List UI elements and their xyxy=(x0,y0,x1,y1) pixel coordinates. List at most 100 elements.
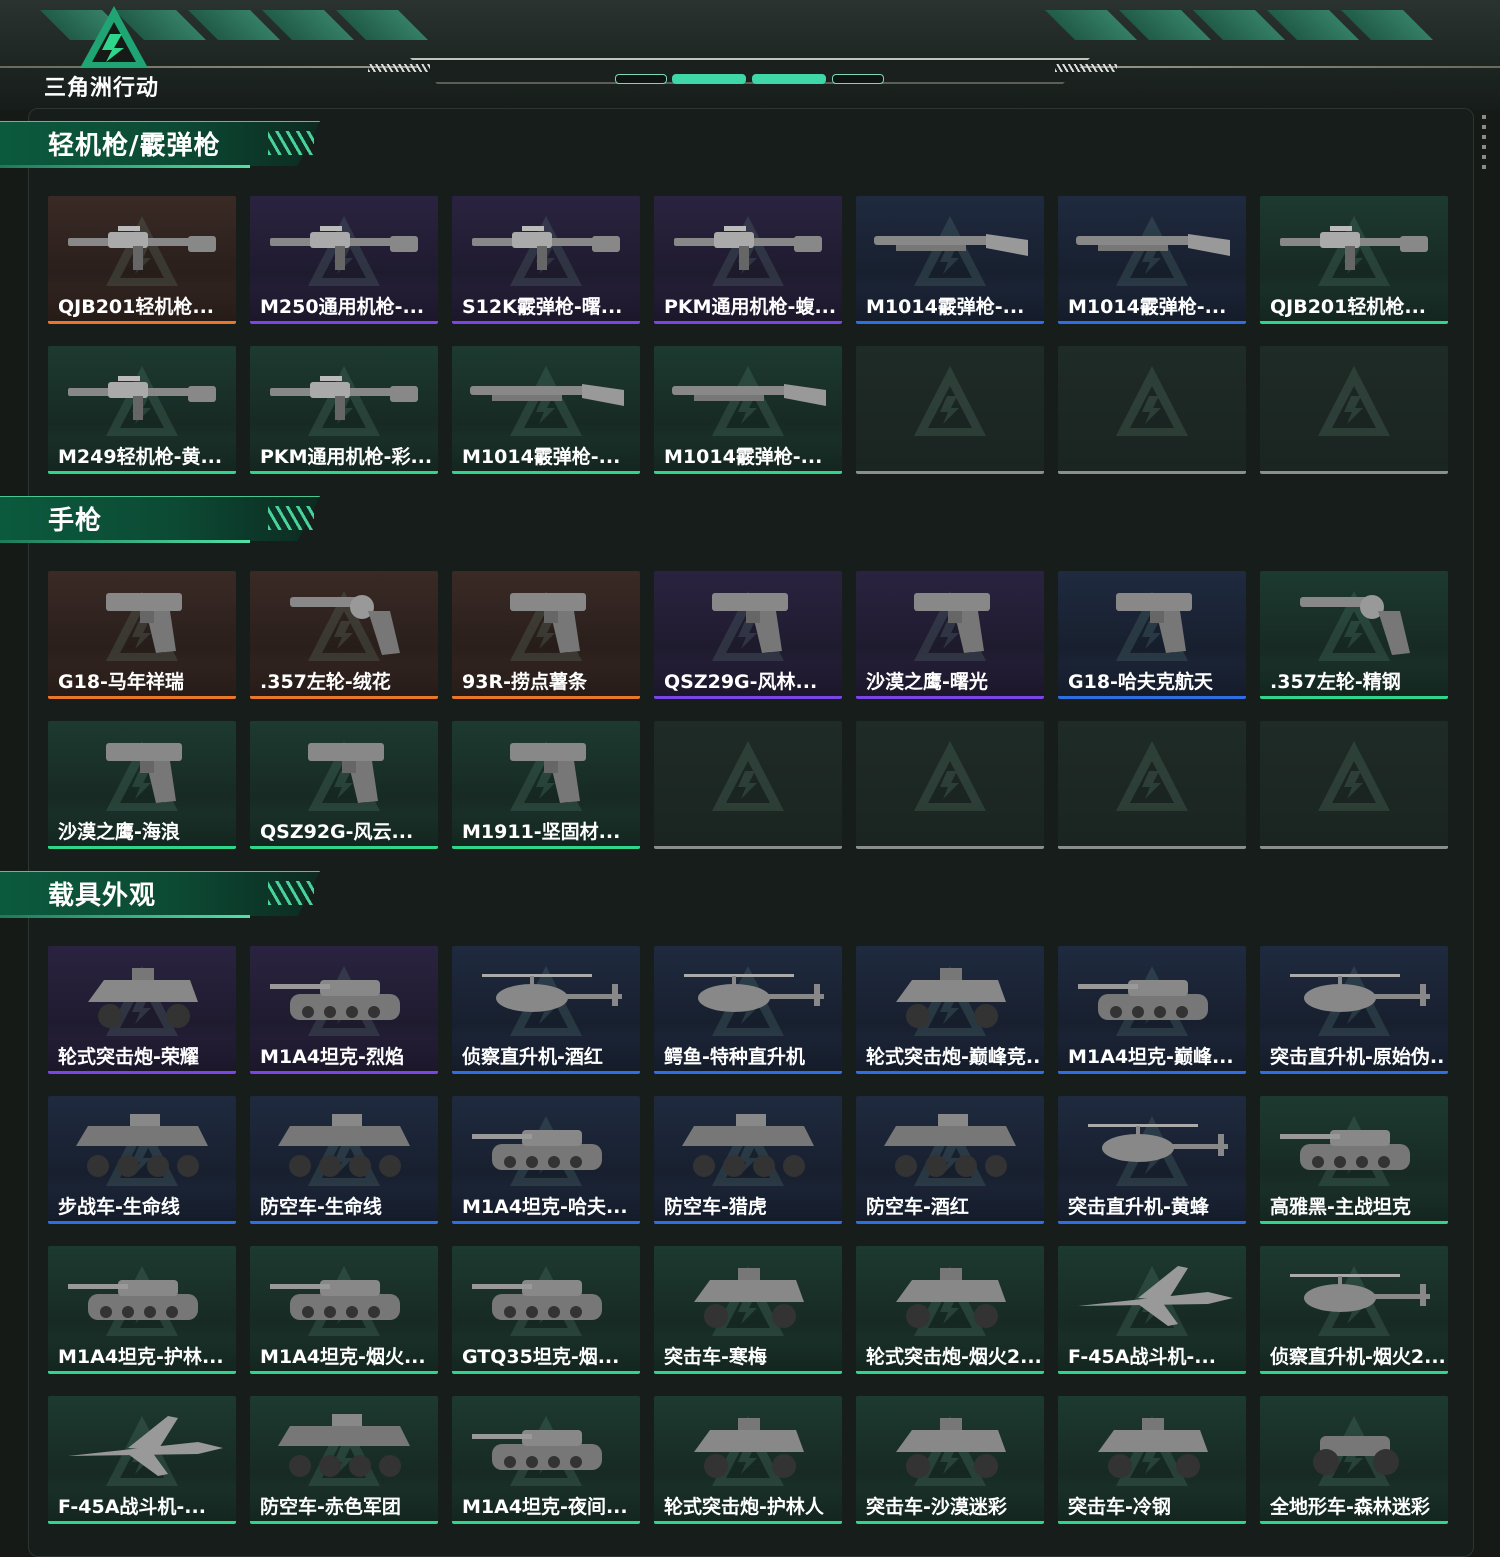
item-card[interactable]: M1014霰弹枪-... xyxy=(654,346,842,474)
rarity-bar xyxy=(856,1521,1044,1524)
item-card[interactable]: M249轻机枪-黄... xyxy=(48,346,236,474)
item-card[interactable]: 鳄鱼-特种直升机 xyxy=(654,946,842,1074)
atv-icon xyxy=(1313,1436,1399,1475)
rarity-bar xyxy=(1260,1221,1448,1224)
item-card[interactable]: 突击车-沙漠迷彩 xyxy=(856,1396,1044,1524)
rarity-bar xyxy=(1260,846,1448,849)
item-card[interactable]: QSZ92G-风云... xyxy=(250,721,438,849)
item-card[interactable]: M1911-坚固材... xyxy=(452,721,640,849)
item-card[interactable]: M1A4坦克-巅峰... xyxy=(1058,946,1246,1074)
item-name: 防空车-猎虎 xyxy=(664,1196,767,1218)
item-card[interactable]: M1A4坦克-护林... xyxy=(48,1246,236,1374)
item-card[interactable]: M1A4坦克-烈焰 xyxy=(250,946,438,1074)
item-card[interactable]: GTQ35坦克-烟... xyxy=(452,1246,640,1374)
item-card[interactable]: 93R-捞点薯条 xyxy=(452,571,640,699)
item-card[interactable]: 防空车-猎虎 xyxy=(654,1096,842,1224)
page-indicator xyxy=(832,74,884,84)
item-name: 轮式突击炮-巅峰竞... xyxy=(866,1046,1042,1068)
helicopter-icon xyxy=(482,974,622,1012)
item-card[interactable]: 突击车-冷钢 xyxy=(1058,1396,1246,1524)
rarity-bar xyxy=(48,321,236,324)
pistol-icon xyxy=(510,593,586,653)
item-card[interactable]: 突击车-寒梅 xyxy=(654,1246,842,1374)
empty-slot-card xyxy=(1058,346,1246,474)
rarity-bar xyxy=(1260,696,1448,699)
item-card[interactable]: M1A4坦克-哈夫... xyxy=(452,1096,640,1224)
item-name: 突击车-冷钢 xyxy=(1068,1496,1171,1518)
scrollbar-indicator[interactable] xyxy=(1482,115,1486,175)
item-card[interactable]: 防空车-赤色军团 xyxy=(250,1396,438,1524)
rarity-bar xyxy=(856,1221,1044,1224)
jet-icon xyxy=(68,1416,223,1476)
item-card[interactable]: F-45A战斗机-... xyxy=(48,1396,236,1524)
rifle-icon xyxy=(270,226,418,270)
item-card[interactable]: 全地形车-森林迷彩 xyxy=(1260,1396,1448,1524)
rarity-bar xyxy=(1260,1071,1448,1074)
rarity-bar xyxy=(48,1221,236,1224)
item-card[interactable]: 轮式突击炮-荣耀 xyxy=(48,946,236,1074)
rarity-bar xyxy=(452,321,640,324)
armored-car-icon xyxy=(896,1268,1006,1328)
item-card[interactable]: 突击直升机-原始伪... xyxy=(1260,946,1448,1074)
item-card[interactable]: .357左轮-精钢 xyxy=(1260,571,1448,699)
apc-icon xyxy=(278,1114,410,1177)
item-card[interactable]: 侦察直升机-烟火2... xyxy=(1260,1246,1448,1374)
section-header-pistol: 手枪 xyxy=(0,496,330,548)
page-indicator-active xyxy=(672,74,746,84)
item-card[interactable]: G18-马年祥瑞 xyxy=(48,571,236,699)
item-card[interactable]: 高雅黑-主战坦克 xyxy=(1260,1096,1448,1224)
item-card[interactable]: 步战车-生命线 xyxy=(48,1096,236,1224)
armored-car-icon xyxy=(1098,1418,1208,1478)
rarity-bar xyxy=(1058,846,1246,849)
item-card[interactable]: QSZ29G-风林... xyxy=(654,571,842,699)
apc-icon xyxy=(76,1114,208,1177)
section-title: 载具外观 xyxy=(48,881,157,911)
shotgun-icon xyxy=(672,384,826,406)
item-card[interactable]: G18-哈夫克航天 xyxy=(1058,571,1246,699)
item-card[interactable]: M1A4坦克-烟火... xyxy=(250,1246,438,1374)
item-name: M1014霰弹枪-... xyxy=(462,446,621,468)
item-card[interactable]: QJB201轻机枪... xyxy=(1260,196,1448,324)
item-name: S12K霰弹枪-曙... xyxy=(462,296,623,318)
item-card[interactable]: M1014霰弹枪-... xyxy=(856,196,1044,324)
item-name: 防空车-酒红 xyxy=(866,1196,969,1218)
item-card[interactable]: 侦察直升机-酒红 xyxy=(452,946,640,1074)
rarity-bar xyxy=(48,1071,236,1074)
item-card[interactable]: M1A4坦克-夜间... xyxy=(452,1396,640,1524)
item-card[interactable]: S12K霰弹枪-曙... xyxy=(452,196,640,324)
item-card[interactable]: 突击直升机-黄蜂 xyxy=(1058,1096,1246,1224)
item-card[interactable]: 沙漠之鹰-海浪 xyxy=(48,721,236,849)
item-card[interactable]: QJB201轻机枪... xyxy=(48,196,236,324)
item-card[interactable]: PKM通用机枪-蝮... xyxy=(654,196,842,324)
item-card[interactable]: M1014霰弹枪-... xyxy=(1058,196,1246,324)
item-name: M1A4坦克-护林... xyxy=(58,1346,224,1368)
item-name: G18-马年祥瑞 xyxy=(58,671,184,693)
rifle-icon xyxy=(1280,226,1428,270)
item-card[interactable]: 轮式突击炮-烟火2... xyxy=(856,1246,1044,1374)
rifle-icon xyxy=(68,226,216,270)
item-card[interactable]: .357左轮-绒花 xyxy=(250,571,438,699)
item-card[interactable]: 沙漠之鹰-曙光 xyxy=(856,571,1044,699)
rarity-bar xyxy=(856,1371,1044,1374)
header-notch xyxy=(410,58,1090,84)
rarity-bar xyxy=(250,696,438,699)
rarity-bar xyxy=(654,696,842,699)
item-name: M1014霰弹枪-... xyxy=(866,296,1025,318)
item-card[interactable]: M250通用机枪-... xyxy=(250,196,438,324)
item-name: 轮式突击炮-烟火2... xyxy=(866,1346,1042,1368)
item-card[interactable]: 防空车-生命线 xyxy=(250,1096,438,1224)
pistol-icon xyxy=(106,743,182,803)
item-card[interactable]: 防空车-酒红 xyxy=(856,1096,1044,1224)
rarity-bar xyxy=(1058,1221,1246,1224)
rifle-icon xyxy=(472,226,620,270)
items-grid-pistol: G18-马年祥瑞 .357左轮-绒花 93R-捞点薯条 QSZ29G-风林... 沙漠之… xyxy=(48,571,1448,849)
item-card[interactable]: 轮式突击炮-护林人 xyxy=(654,1396,842,1524)
tank-icon xyxy=(1078,980,1208,1020)
item-card[interactable]: F-45A战斗机-... xyxy=(1058,1246,1246,1374)
item-card[interactable]: PKM通用机枪-彩... xyxy=(250,346,438,474)
item-card[interactable]: 轮式突击炮-巅峰竞... xyxy=(856,946,1044,1074)
rarity-bar xyxy=(856,471,1044,474)
rarity-bar xyxy=(856,1071,1044,1074)
item-name: F-45A战斗机-... xyxy=(58,1496,206,1518)
item-card[interactable]: M1014霰弹枪-... xyxy=(452,346,640,474)
